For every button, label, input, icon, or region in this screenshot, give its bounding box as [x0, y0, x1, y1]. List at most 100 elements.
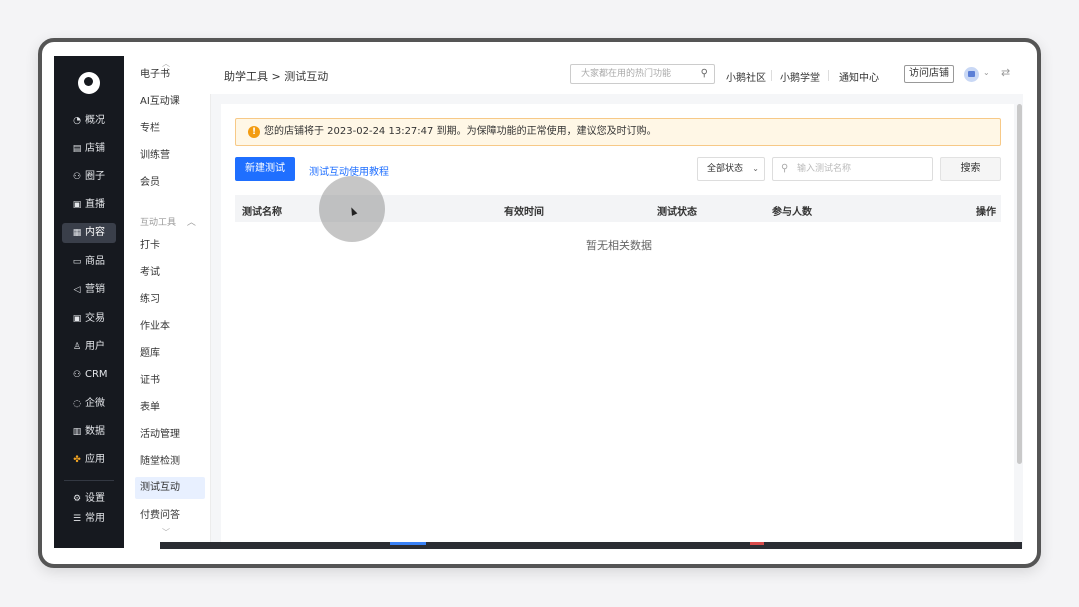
nav-item-label: 企微 [85, 398, 105, 409]
nav-item-label: 应用 [85, 454, 105, 465]
main-nav: ◔ 概况 ▤ 店铺 ⚇ 圈子 ▣ 直播 ▦ 内容 ▭ 商品 ◁ 营销 ▣ 交易 [54, 56, 124, 548]
live-icon: ▣ [72, 200, 82, 210]
link-notifications[interactable]: 通知中心 [839, 69, 879, 84]
nav-item-store[interactable]: ▤ 店铺 [62, 139, 116, 159]
column-header-status: 测试状态 [657, 207, 697, 218]
sub-menu: ︿ 电子书 AI互动课 专栏 训练营 会员 互动工具 ︿ 打卡 考试 练习 作业… [124, 56, 211, 548]
submenu-item-question-bank[interactable]: 题库 [140, 347, 160, 361]
submenu-item-practice[interactable]: 练习 [140, 293, 160, 307]
nav-item-circle[interactable]: ⚇ 圈子 [62, 167, 116, 187]
apps-icon: ✤ [73, 455, 81, 465]
scroll-down-icon[interactable]: ﹀ [162, 527, 170, 538]
link-academy[interactable]: 小鹅学堂 [780, 69, 820, 84]
test-name-placeholder: 输入测试名称 [797, 164, 852, 174]
submenu-item-camp[interactable]: 训练营 [140, 149, 170, 163]
submenu-item-ebook[interactable]: 电子书 [140, 68, 170, 82]
visit-store-button[interactable]: 访问店铺 [904, 65, 954, 83]
taskbar-app-indicator[interactable] [750, 542, 764, 545]
nav-item-label: 数据 [85, 426, 105, 437]
nav-item-trade[interactable]: ▣ 交易 [62, 309, 116, 329]
gear-icon: ⚙ [72, 494, 82, 504]
submenu-item-paid-qa[interactable]: 付费问答 [140, 509, 180, 523]
warning-icon: ! [248, 126, 260, 138]
submenu-item-certificate[interactable]: 证书 [140, 374, 160, 388]
user-icon: ♙ [72, 342, 82, 352]
global-search-input[interactable]: 大家都在用的热门功能 ⚲ [570, 64, 715, 84]
content-scrollbar[interactable] [1017, 104, 1022, 464]
nav-item-label: 概况 [85, 115, 105, 126]
submenu-item-quiz[interactable]: 随堂检测 [140, 455, 180, 469]
nav-item-settings[interactable]: ⚙ 设置 [62, 489, 116, 509]
nav-item-content[interactable]: ▦ 内容 [62, 223, 116, 243]
pie-chart-icon: ◔ [73, 116, 81, 126]
nav-item-label: CRM [85, 369, 108, 380]
taskbar-app-indicator[interactable] [390, 542, 426, 545]
header-separator [828, 70, 829, 81]
empty-state-text: 暂无相关数据 [586, 239, 652, 252]
status-select[interactable]: 全部状态 ⌄ [697, 157, 765, 181]
top-header: 助学工具 > 测试互动 大家都在用的热门功能 ⚲ 小鹅社区 小鹅学堂 通知中心 … [210, 56, 1023, 94]
main-content: ! 您的店铺将于 2023-02-24 13:27:47 到期。为保障功能的正常… [221, 104, 1014, 548]
submenu-item-ai-course[interactable]: AI互动课 [140, 95, 180, 109]
column-header-valid-time: 有效时间 [504, 207, 544, 218]
trade-icon: ▣ [72, 314, 82, 324]
goods-icon: ▭ [72, 257, 82, 267]
nav-item-live[interactable]: ▣ 直播 [62, 195, 116, 215]
nav-item-apps[interactable]: ✤ 应用 [62, 450, 116, 470]
submenu-item-exam[interactable]: 考试 [140, 266, 160, 280]
status-select-value: 全部状态 [707, 164, 744, 174]
nav-item-overview[interactable]: ◔ 概况 [62, 111, 116, 131]
content-icon: ▦ [72, 228, 82, 238]
nav-item-frequent[interactable]: ☰ 常用 [62, 509, 116, 529]
submenu-group-label[interactable]: 互动工具 ︿ [140, 215, 196, 228]
crm-icon: ⚇ [72, 370, 82, 380]
nav-item-data[interactable]: ▥ 数据 [62, 422, 116, 442]
nav-item-label: 常用 [85, 513, 105, 524]
nav-item-label: 营销 [85, 284, 105, 295]
submenu-item-checkin[interactable]: 打卡 [140, 239, 160, 253]
data-icon: ▥ [72, 427, 82, 437]
nav-item-marketing[interactable]: ◁ 营销 [62, 280, 116, 300]
nav-item-goods[interactable]: ▭ 商品 [62, 252, 116, 272]
search-icon: ⚲ [781, 163, 789, 174]
brand-logo-icon[interactable] [78, 72, 100, 94]
nav-item-label: 直播 [85, 199, 105, 210]
link-community[interactable]: 小鹅社区 [726, 69, 766, 84]
global-search-placeholder: 大家都在用的热门功能 [581, 69, 672, 79]
chevron-down-icon[interactable]: ⌄ [983, 68, 990, 77]
new-test-button[interactable]: 新建测试 [235, 157, 295, 181]
search-button[interactable]: 搜索 [940, 157, 1001, 181]
nav-divider [64, 480, 114, 481]
submenu-group-text: 互动工具 [140, 218, 177, 228]
submenu-item-form[interactable]: 表单 [140, 401, 160, 415]
header-separator [771, 70, 772, 81]
chevron-up-icon: ︿ [186, 218, 196, 228]
submenu-item-column[interactable]: 专栏 [140, 122, 160, 136]
submenu-item-test-interaction[interactable]: 测试互动 [135, 477, 205, 499]
alert-text: 您的店铺将于 2023-02-24 13:27:47 到期。为保障功能的正常使用… [264, 126, 657, 137]
submenu-item-member[interactable]: 会员 [140, 176, 160, 190]
breadcrumb: 助学工具 > 测试互动 [224, 70, 329, 83]
store-avatar-icon[interactable] [964, 67, 979, 82]
column-header-name: 测试名称 [242, 207, 282, 218]
test-name-search-input[interactable]: ⚲ 输入测试名称 [772, 157, 933, 181]
submenu-item-homework[interactable]: 作业本 [140, 320, 170, 334]
wecom-icon: ◌ [73, 399, 81, 409]
column-header-participants: 参与人数 [772, 207, 812, 218]
nav-item-label: 用户 [85, 341, 105, 352]
nav-item-crm[interactable]: ⚇ CRM [62, 365, 116, 385]
nav-item-label: 店铺 [85, 143, 105, 154]
nav-item-label: 商品 [85, 256, 105, 267]
chevron-down-icon: ⌄ [752, 164, 759, 173]
taskbar [160, 542, 1022, 549]
expiry-alert: ! 您的店铺将于 2023-02-24 13:27:47 到期。为保障功能的正常… [235, 118, 1001, 146]
store-icon: ▤ [72, 144, 82, 154]
group-icon: ⚇ [72, 172, 82, 182]
switch-icon[interactable]: ⇄ [1001, 66, 1010, 79]
nav-item-wecom[interactable]: ◌ 企微 [62, 394, 116, 414]
nav-item-user[interactable]: ♙ 用户 [62, 337, 116, 357]
column-header-actions: 操作 [976, 207, 996, 218]
nav-item-label: 交易 [85, 313, 105, 324]
submenu-item-activity[interactable]: 活动管理 [140, 428, 180, 442]
search-icon[interactable]: ⚲ [701, 65, 708, 83]
